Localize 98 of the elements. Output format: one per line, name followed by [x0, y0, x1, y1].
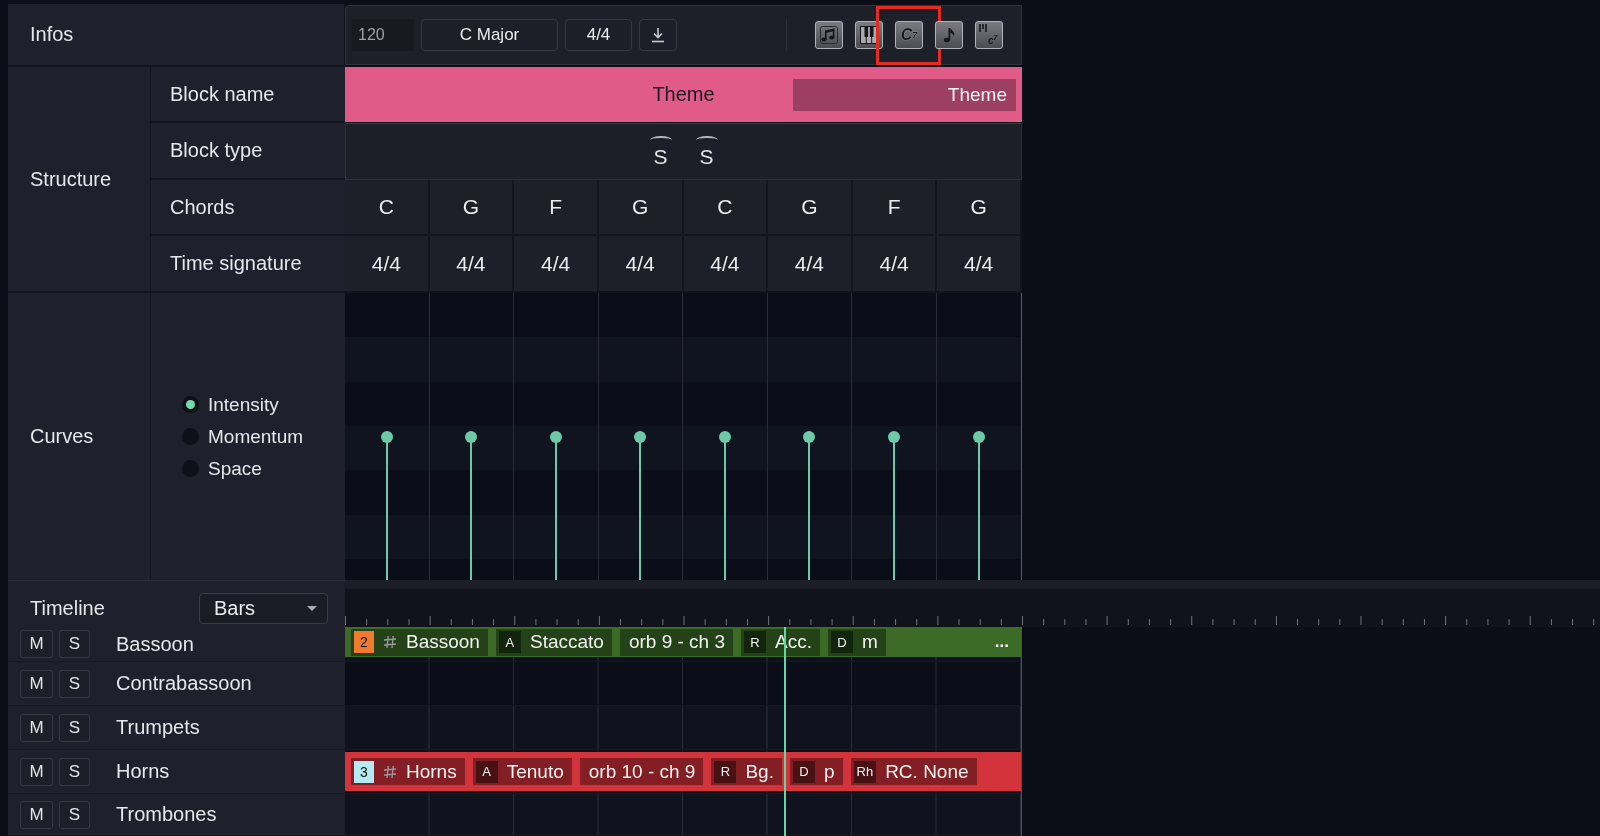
- row-label: Chords: [170, 195, 235, 219]
- tag-key: A: [475, 760, 498, 783]
- chord-cell[interactable]: G: [768, 180, 853, 234]
- solo-button[interactable]: S: [59, 757, 90, 786]
- chord-cell[interactable]: G: [937, 180, 1022, 234]
- solo-button[interactable]: S: [59, 800, 90, 829]
- tag-value: RC. None: [885, 760, 969, 783]
- clip-tag[interactable]: orb 10 - ch 9: [579, 758, 704, 785]
- curve-point-icon[interactable]: [887, 430, 900, 443]
- download-button[interactable]: [639, 19, 677, 51]
- tag-value: Bg.: [745, 760, 774, 783]
- mute-button[interactable]: M: [20, 757, 53, 786]
- curve-radio-option[interactable]: Space: [182, 452, 262, 485]
- curve-point-icon[interactable]: [972, 430, 985, 443]
- time-signature-cell[interactable]: 4/4: [514, 236, 599, 291]
- sharp-icon: [383, 764, 397, 779]
- solo-button[interactable]: S: [59, 713, 90, 742]
- tag-value: p: [823, 760, 835, 783]
- section-label: Structure: [30, 167, 112, 191]
- curve-radio-option[interactable]: Momentum: [182, 420, 304, 453]
- piano-keys-icon: [979, 24, 987, 32]
- curve-point-icon[interactable]: [803, 430, 816, 443]
- tag-key: R: [714, 760, 737, 783]
- clip-tag[interactable]: A Staccato: [495, 628, 612, 656]
- clip-tag[interactable]: D m: [827, 628, 886, 656]
- track-name: Horns: [116, 760, 170, 783]
- notes-tool-button[interactable]: [815, 21, 843, 49]
- chord-cell[interactable]: F: [852, 180, 938, 234]
- mute-button[interactable]: M: [20, 669, 53, 698]
- time-signature-cell[interactable]: 4/4: [598, 236, 684, 291]
- section-label: Curves: [30, 425, 94, 448]
- clip-tag[interactable]: 3 Horns: [351, 758, 465, 785]
- solo-button[interactable]: S: [59, 630, 90, 658]
- time-signature-cell[interactable]: 4/4: [937, 236, 1022, 291]
- clip-tag[interactable]: 2 Bassoon: [351, 628, 488, 656]
- track-number-badge: 3: [354, 760, 374, 783]
- time-signature-cell[interactable]: 4/4: [345, 236, 430, 291]
- tag-value: orb 9 - ch 3: [628, 631, 725, 653]
- chord-cell[interactable]: G: [429, 180, 515, 234]
- tempo-field[interactable]: 120: [352, 19, 414, 51]
- download-icon: [651, 27, 665, 43]
- time-signature-cell[interactable]: 4/4: [683, 236, 769, 291]
- time-signature-cell[interactable]: 4/4: [768, 236, 853, 291]
- row-label: Time signature: [170, 252, 302, 275]
- curve-point-icon[interactable]: [549, 430, 562, 443]
- clip-name: Bassoon: [406, 631, 480, 653]
- chord-cell[interactable]: C: [345, 180, 430, 234]
- track-number-badge: 2: [354, 631, 374, 653]
- solo-button[interactable]: S: [59, 669, 90, 698]
- row-label: Block name: [170, 82, 275, 106]
- track-clip[interactable]: 3 Horns A Tenuto orb 10 - ch 9 R Bg. D p Rh RC. None: [345, 752, 1021, 791]
- clip-tag[interactable]: R Bg.: [711, 758, 782, 785]
- mute-button[interactable]: M: [20, 713, 53, 742]
- tag-key: R: [744, 631, 766, 653]
- section-label: Timeline: [30, 597, 105, 620]
- curve-point-icon[interactable]: [465, 430, 478, 443]
- block-name-field[interactable]: Theme: [793, 78, 1016, 111]
- tag-key: Rh: [853, 760, 877, 783]
- clip-tag[interactable]: orb 9 - ch 3: [619, 628, 733, 656]
- chord-cell[interactable]: G: [598, 180, 684, 234]
- time-signature-button[interactable]: 4/4: [565, 19, 632, 51]
- time-signature-cell[interactable]: 4/4: [429, 236, 515, 291]
- tag-key: A: [498, 631, 521, 653]
- tag-key: D: [792, 760, 815, 783]
- track-name: Bassoon: [116, 632, 194, 656]
- curve-point-icon[interactable]: [380, 430, 393, 443]
- clip-tag[interactable]: D p: [789, 758, 843, 785]
- more-button[interactable]: ...: [994, 632, 1015, 652]
- curve-point-icon[interactable]: [718, 430, 731, 443]
- track-name: Trombones: [116, 803, 217, 826]
- section-label: Infos: [30, 23, 74, 46]
- block-title: Theme: [652, 83, 715, 106]
- beamed-notes-icon: [820, 26, 838, 44]
- tag-value: m: [861, 631, 878, 653]
- tag-value: Tenuto: [506, 760, 564, 783]
- key-button[interactable]: C Major: [421, 19, 558, 51]
- row-label: Block type: [170, 139, 263, 162]
- tag-value: Staccato: [529, 631, 604, 653]
- piano-tool-button[interactable]: [855, 21, 883, 49]
- track-name: Trumpets: [116, 716, 200, 739]
- mute-button[interactable]: M: [20, 800, 53, 829]
- chord-cell[interactable]: C: [683, 180, 769, 234]
- clip-tag[interactable]: Rh RC. None: [850, 758, 977, 785]
- tag-key: D: [830, 631, 853, 653]
- track-name: Contrabassoon: [116, 672, 252, 695]
- unit-dropdown[interactable]: Bars: [199, 593, 328, 624]
- note-tool-button[interactable]: [935, 21, 963, 49]
- sharp-icon: [383, 635, 397, 649]
- caret-icon: [307, 606, 317, 611]
- time-signature-cell[interactable]: 4/4: [852, 236, 938, 291]
- mute-button[interactable]: M: [20, 630, 53, 658]
- clip-name: Horns: [406, 760, 457, 783]
- tag-value: orb 10 - ch 9: [588, 760, 696, 783]
- curve-radio-option[interactable]: Intensity: [182, 388, 279, 421]
- clip-tag[interactable]: A Tenuto: [472, 758, 572, 785]
- curve-point-icon[interactable]: [634, 430, 647, 443]
- chord-cell[interactable]: F: [514, 180, 599, 234]
- block-band[interactable]: Theme Theme: [345, 67, 1022, 122]
